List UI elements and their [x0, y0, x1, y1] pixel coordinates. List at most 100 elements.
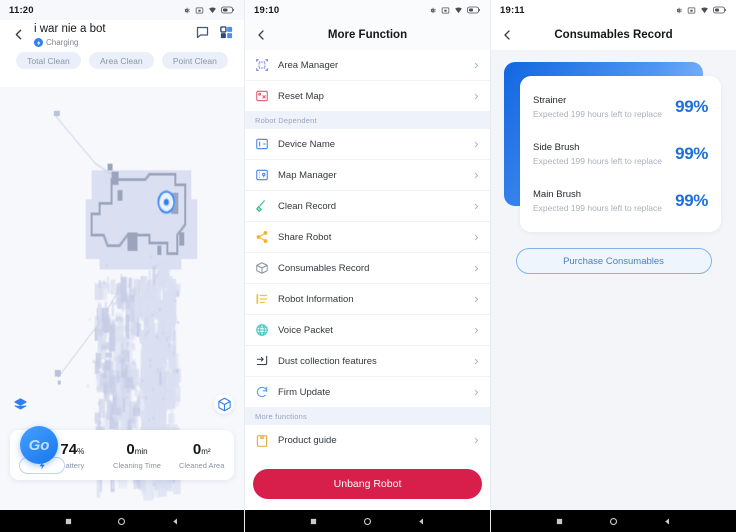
settings-icon	[430, 7, 436, 13]
android-nav-bar-3	[491, 510, 736, 532]
back-chevron-icon[interactable]	[10, 26, 27, 43]
chevron-right-icon	[474, 93, 479, 99]
battery-icon	[221, 6, 234, 14]
chevron-right-icon	[474, 172, 479, 178]
chevron-right-icon	[474, 389, 479, 395]
clean-mode-chips: Total Clean Area Clean Point Clean	[10, 52, 234, 69]
purchase-consumables-button[interactable]: Purchase Consumables	[515, 248, 712, 274]
share-robot-icon	[254, 230, 269, 245]
unbang-area: Unbang Robot	[245, 458, 490, 510]
menu-item-product-guide[interactable]: Product guide	[245, 425, 490, 456]
status-bar-icons	[428, 6, 481, 15]
screenshot-icon	[441, 7, 450, 13]
chip-area-clean[interactable]: Area Clean	[89, 52, 154, 69]
wifi-icon	[701, 7, 708, 13]
menu-item-label: Area Manager	[278, 59, 339, 71]
home-icon[interactable]	[363, 517, 372, 526]
unbang-robot-button[interactable]: Unbang Robot	[253, 469, 482, 499]
back-triangle-icon[interactable]	[171, 517, 180, 526]
voice-packet-icon	[254, 323, 269, 338]
message-bubble-icon[interactable]	[195, 25, 210, 40]
go-button[interactable]: Go	[20, 426, 58, 464]
menu-item-voice-packet[interactable]: Voice Packet	[245, 315, 490, 346]
consumable-percent: 99%	[675, 190, 708, 210]
stat-cleaning-time-label: Cleaning Time	[113, 460, 161, 470]
screenshot-icon	[687, 7, 696, 13]
home-icon[interactable]	[609, 517, 618, 526]
menu-item-map-manager[interactable]: Map Manager	[245, 160, 490, 191]
firm-update-icon	[254, 385, 269, 400]
back-triangle-icon[interactable]	[417, 517, 426, 526]
home-icon[interactable]	[117, 517, 126, 526]
menu-item-device-name[interactable]: Device Name	[245, 129, 490, 160]
chevron-right-icon	[474, 437, 479, 444]
menu-list[interactable]: Area Manager Reset Map Robot Dependent D…	[245, 50, 490, 458]
consumable-name: Main Brush	[533, 188, 582, 200]
status-bar-icons	[182, 6, 235, 15]
android-nav-bar-2	[245, 510, 490, 532]
menu-item-robot-information[interactable]: Robot Information	[245, 284, 490, 315]
map-layers-icon[interactable]	[10, 394, 30, 414]
back-triangle-icon[interactable]	[663, 517, 672, 526]
page-title: More Function	[327, 29, 408, 41]
menu-item-label: Product guide	[278, 435, 337, 446]
chip-total-clean[interactable]: Total Clean	[16, 52, 81, 69]
menu-item-label: Voice Packet	[278, 324, 333, 336]
chevron-right-icon	[474, 327, 479, 333]
recent-apps-icon[interactable]	[64, 517, 73, 526]
chevron-right-icon	[474, 203, 479, 209]
consumables-body: Strainer Expected 199 hours left to repl…	[491, 50, 736, 510]
consumable-percent: 99%	[675, 97, 708, 117]
battery-icon	[713, 6, 726, 14]
3d-cube-icon[interactable]	[214, 394, 234, 414]
chip-point-clean[interactable]: Point Clean	[161, 52, 228, 69]
stat-battery-unit: %	[77, 446, 85, 456]
stat-cleaned-area-value: 0	[192, 440, 202, 458]
consumables-icon	[254, 261, 269, 276]
menu-item-consumables-record[interactable]: Consumables Record	[245, 253, 490, 284]
menu-item-label: Share Robot	[278, 231, 332, 243]
screenshot-root: 11:20 i war nie a bot Charging Total Cle…	[0, 0, 736, 532]
recent-apps-icon[interactable]	[555, 517, 564, 526]
consumable-name: Strainer	[533, 95, 567, 107]
panel-more-function: 19:10 More Function Area Manager Reset M…	[245, 0, 491, 532]
wifi-icon	[209, 7, 216, 13]
back-chevron-icon[interactable]	[253, 27, 269, 43]
panel-consumables-record: 19:11 Consumables Record Strainer Expect…	[491, 0, 736, 532]
menu-item-label: Robot Information	[278, 293, 354, 305]
consumable-subtitle: Expected 199 hours left to replace	[533, 155, 662, 166]
menu-item-area-manager[interactable]: Area Manager	[245, 50, 490, 81]
menu-item-firm-update[interactable]: Firm Update	[245, 377, 490, 408]
menu-item-share-robot[interactable]: Share Robot	[245, 222, 490, 253]
recent-apps-icon[interactable]	[309, 517, 318, 526]
status-bar-icons	[674, 6, 727, 15]
nav-bar: Consumables Record	[491, 20, 736, 50]
status-bar-time: 19:10	[254, 4, 280, 16]
header-actions	[195, 25, 234, 40]
menu-item-clean-record[interactable]: Clean Record	[245, 191, 490, 222]
status-bar-time: 11:20	[9, 4, 34, 16]
back-chevron-icon[interactable]	[499, 27, 515, 43]
android-nav-bar-1	[0, 510, 244, 532]
bottom-stats-area: 74% Battery 0min Cleaning Time 0m² Clean…	[0, 416, 244, 488]
menu-item-label: Consumables Record	[278, 262, 370, 274]
stat-cleaning-time-value: 0	[126, 440, 135, 458]
robot-name: i war nie a bot	[34, 23, 106, 35]
dust-collection-icon	[254, 354, 269, 369]
status-bar: 11:20	[0, 0, 244, 20]
group-header-more-functions: More functions	[245, 408, 490, 425]
stat-cleaned-area-unit: m²	[201, 446, 211, 456]
battery-icon	[467, 6, 480, 14]
panel-robot-map: 11:20 i war nie a bot Charging Total Cle…	[0, 0, 245, 532]
menu-item-dust-collection-features[interactable]: Dust collection features	[245, 346, 490, 377]
menu-item-label: Map Manager	[278, 169, 337, 181]
reset-map-icon	[254, 89, 269, 104]
consumables-card: Strainer Expected 199 hours left to repl…	[520, 76, 721, 232]
menu-item-reset-map[interactable]: Reset Map	[245, 81, 490, 112]
page-title: Consumables Record	[554, 29, 673, 41]
dashboard-grid-icon[interactable]	[219, 25, 234, 40]
chevron-right-icon	[474, 141, 479, 147]
robot-map[interactable]: 74% Battery 0min Cleaning Time 0m² Clean…	[0, 87, 244, 510]
robot-header: i war nie a bot Charging Total Clean Are…	[0, 20, 244, 87]
menu-item-label: Dust collection features	[278, 355, 377, 367]
